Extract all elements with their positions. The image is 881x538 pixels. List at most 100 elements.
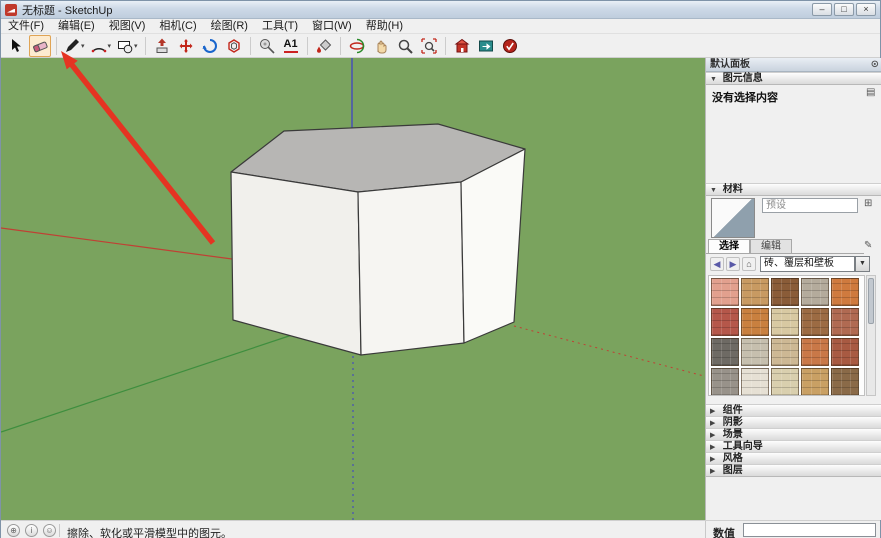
eraser-tool[interactable] (29, 35, 51, 57)
panel-title-bar[interactable]: 默认面板 ⊙ (706, 58, 881, 72)
material-swatch[interactable] (771, 368, 799, 396)
menu-edit[interactable]: 编辑(E) (51, 19, 102, 34)
arc-tool[interactable]: ▾ (89, 35, 114, 57)
dropdown-arrow-icon[interactable]: ▾ (81, 42, 85, 50)
create-material-icon[interactable]: ⊞ (864, 198, 872, 210)
extension-warehouse-icon (502, 38, 518, 54)
zoom-tool[interactable] (394, 35, 416, 57)
offset-tool[interactable] (223, 35, 245, 57)
menu-view[interactable]: 视图(V) (102, 19, 153, 34)
material-swatch[interactable] (771, 308, 799, 336)
menu-help[interactable]: 帮助(H) (359, 19, 410, 34)
send-to-layout-tool[interactable] (475, 35, 497, 57)
material-name-field[interactable]: 预设 (762, 198, 858, 213)
measurements-input[interactable] (743, 523, 876, 537)
select-dropdown-icon[interactable]: ▼ (855, 256, 870, 272)
viewport-canvas (1, 58, 705, 520)
pin-icon[interactable]: ⊙ (871, 58, 879, 71)
material-swatch[interactable] (771, 338, 799, 366)
menu-draw[interactable]: 绘图(R) (204, 19, 255, 34)
orbit-tool[interactable] (346, 35, 368, 57)
eraser-icon (32, 38, 48, 54)
get-models-tool[interactable] (451, 35, 473, 57)
section-layers[interactable]: ▶ 图层 (706, 464, 881, 477)
status-divider (59, 524, 60, 537)
measurements-label: 数值 (713, 525, 735, 538)
material-swatch[interactable] (771, 278, 799, 306)
section-label: 工具向导 (723, 441, 763, 452)
close-button[interactable]: × (856, 3, 876, 16)
line-tool[interactable]: ▾ (62, 35, 87, 57)
material-swatch[interactable] (741, 368, 769, 396)
dropdown-arrow-icon[interactable]: ▾ (134, 42, 138, 50)
rotate-tool[interactable] (199, 35, 221, 57)
menu-camera[interactable]: 相机(C) (152, 19, 203, 34)
toolbar-separator (340, 37, 341, 55)
extension-warehouse-tool[interactable] (499, 35, 521, 57)
paint-bucket-icon (316, 38, 332, 54)
text-tool[interactable]: A1 (280, 35, 302, 57)
materials-header[interactable]: ▼ 材料 (706, 183, 881, 196)
material-swatch[interactable] (711, 338, 739, 366)
geolocation-icon[interactable]: ⊕ (7, 524, 20, 537)
arc-icon (91, 38, 107, 54)
home-icon[interactable]: ⌂ (742, 257, 756, 271)
material-scrollbar[interactable] (866, 275, 876, 396)
text-tool-icon: A1 (284, 38, 298, 53)
forward-icon[interactable]: ▶ (726, 257, 740, 271)
rectangle-icon (117, 38, 133, 54)
shapes-tool[interactable]: ▾ (115, 35, 140, 57)
section-label: 图层 (723, 465, 743, 476)
move-tool[interactable] (175, 35, 197, 57)
toolbar-separator (307, 37, 308, 55)
modeling-viewport[interactable] (1, 58, 705, 520)
push-pull-icon (154, 38, 170, 54)
credits-icon[interactable]: ☺ (43, 524, 56, 537)
material-swatch[interactable] (801, 308, 829, 336)
chevron-down-icon: ▼ (710, 185, 720, 197)
push-pull-tool[interactable] (151, 35, 173, 57)
maximize-button[interactable]: □ (834, 3, 854, 16)
entity-info-header[interactable]: ▼ 图元信息 (706, 72, 881, 85)
paint-bucket-tool[interactable] (313, 35, 335, 57)
material-swatch[interactable] (711, 308, 739, 336)
tape-measure-tool[interactable] (256, 35, 278, 57)
pan-tool[interactable] (370, 35, 392, 57)
entity-details-icon[interactable]: ▤ (866, 87, 875, 99)
material-preview-thumbnail[interactable] (711, 198, 755, 238)
material-swatch[interactable] (831, 278, 859, 306)
tab-select[interactable]: 选择 (708, 239, 750, 254)
section-label: 阴影 (723, 417, 743, 428)
material-swatch[interactable] (741, 308, 769, 336)
sample-paint-icon[interactable]: ✎ (864, 240, 872, 252)
menu-window[interactable]: 窗口(W) (305, 19, 359, 34)
back-icon[interactable]: ◀ (710, 257, 724, 271)
info-icon[interactable]: i (25, 524, 38, 537)
material-swatch[interactable] (741, 338, 769, 366)
minimize-button[interactable]: – (812, 3, 832, 16)
material-swatch[interactable] (711, 278, 739, 306)
zoom-extents-tool[interactable] (418, 35, 440, 57)
title-bar[interactable]: 无标题 - SketchUp – □ × (1, 1, 880, 19)
material-swatch[interactable] (711, 368, 739, 396)
tape-measure-icon (259, 38, 275, 54)
menu-file[interactable]: 文件(F) (1, 19, 51, 34)
tab-edit[interactable]: 编辑 (750, 239, 792, 254)
hand-icon (373, 38, 389, 54)
material-swatch[interactable] (831, 368, 859, 396)
material-swatch[interactable] (741, 278, 769, 306)
material-category-select[interactable]: 砖、覆层和壁板 (760, 256, 855, 272)
scrollbar-thumb[interactable] (868, 278, 874, 324)
window-title: 无标题 - SketchUp (22, 2, 112, 18)
dropdown-arrow-icon[interactable]: ▾ (108, 42, 112, 50)
status-divider (705, 521, 706, 538)
material-swatch[interactable] (801, 368, 829, 396)
menu-tools[interactable]: 工具(T) (255, 19, 305, 34)
material-swatch[interactable] (801, 338, 829, 366)
select-tool[interactable] (5, 35, 27, 57)
toolbar-separator (56, 37, 57, 55)
toolbar-separator (445, 37, 446, 55)
material-swatch[interactable] (831, 308, 859, 336)
material-swatch[interactable] (801, 278, 829, 306)
material-swatch[interactable] (831, 338, 859, 366)
